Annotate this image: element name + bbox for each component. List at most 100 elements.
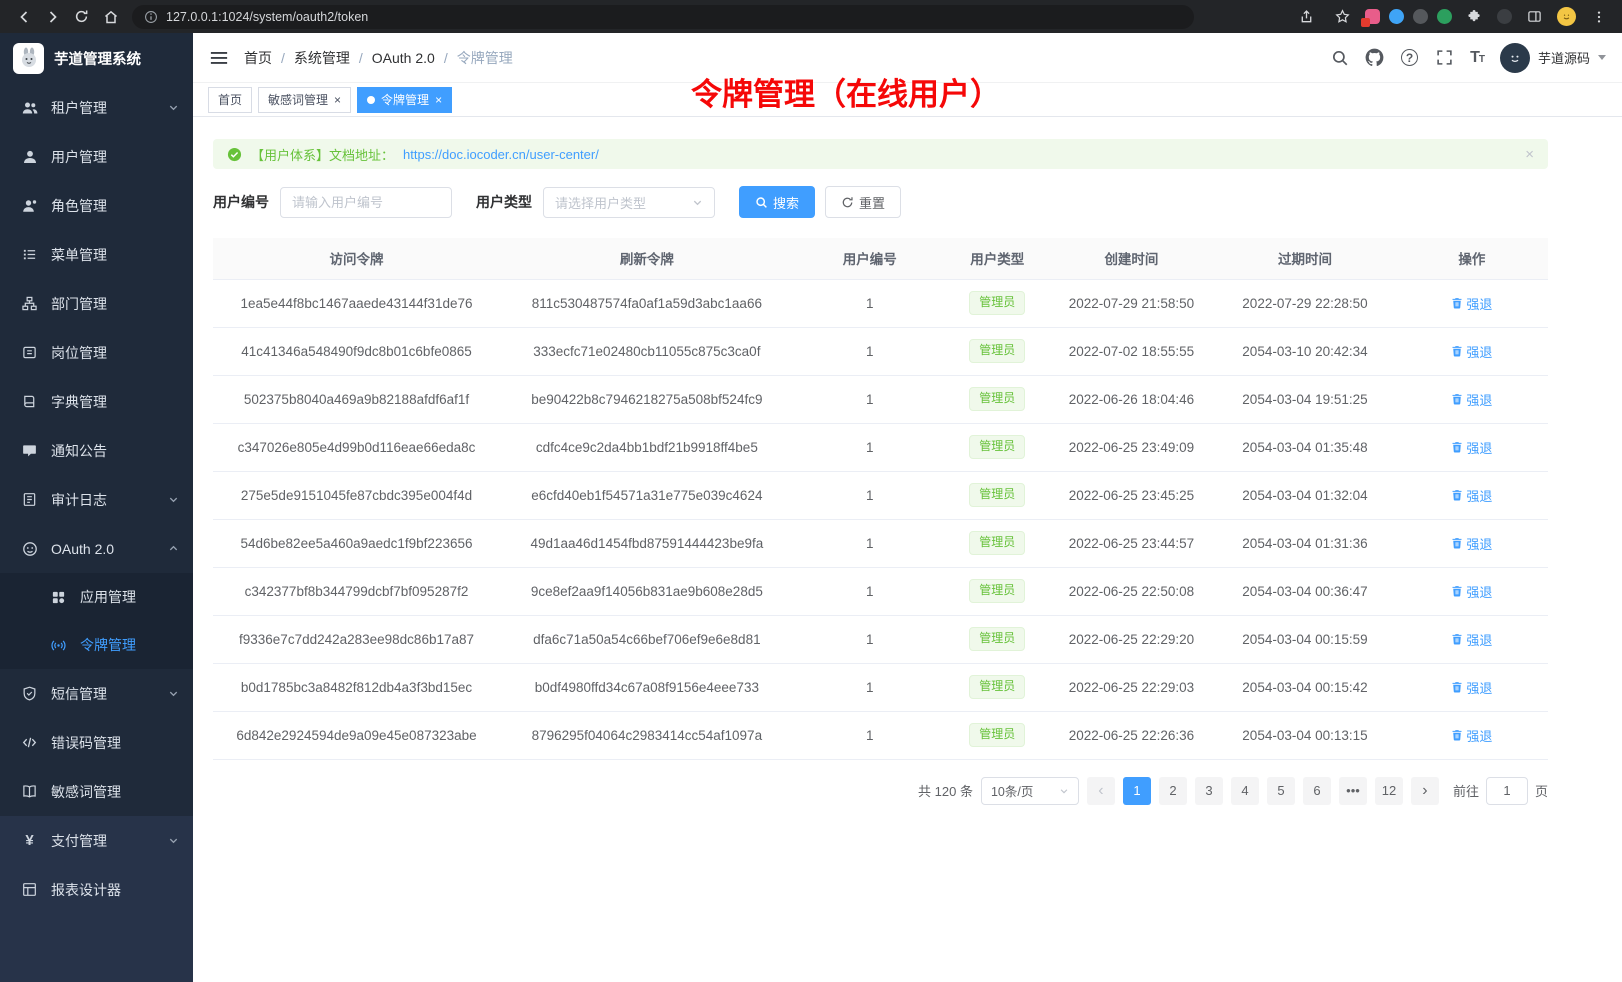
- sidebar-item-post[interactable]: 岗位管理: [0, 328, 193, 377]
- user-type-tag: 管理员: [969, 291, 1025, 315]
- sidebar-item-report-designer[interactable]: 报表设计器: [0, 865, 193, 914]
- force-logout-button[interactable]: 强退: [1451, 294, 1492, 313]
- sidebar-item-sensitive-word[interactable]: 敏感词管理: [0, 767, 193, 816]
- tab-sensitive-word[interactable]: 敏感词管理×: [258, 87, 351, 113]
- user-type-select[interactable]: 请选择用户类型: [543, 187, 715, 218]
- force-logout-button[interactable]: 强退: [1451, 390, 1492, 409]
- sidebar-item-label: 岗位管理: [51, 343, 107, 363]
- side-panel-button[interactable]: [1521, 3, 1548, 30]
- sidebar-item-oauth2[interactable]: OAuth 2.0: [0, 524, 193, 573]
- browser-back-button[interactable]: [10, 3, 37, 30]
- breadcrumb-oauth2[interactable]: OAuth 2.0: [372, 50, 435, 66]
- chevron-up-icon: [168, 543, 179, 554]
- expires-cell: 2054-03-04 00:13:15: [1214, 711, 1396, 759]
- browser-menu-button[interactable]: [1585, 3, 1612, 30]
- more-pages-button[interactable]: •••: [1339, 777, 1367, 805]
- tab-token[interactable]: 令牌管理×: [357, 87, 452, 113]
- active-dot: [367, 96, 375, 104]
- close-icon[interactable]: ×: [334, 94, 341, 106]
- extensions-button[interactable]: [1461, 3, 1488, 30]
- breadcrumb-system[interactable]: 系统管理: [294, 48, 350, 68]
- page-button[interactable]: 3: [1195, 777, 1223, 805]
- force-logout-button[interactable]: 强退: [1451, 342, 1492, 361]
- browser-profile-avatar[interactable]: [1557, 7, 1576, 26]
- sidebar-item-error-code[interactable]: 错误码管理: [0, 718, 193, 767]
- page-button[interactable]: 6: [1303, 777, 1331, 805]
- goto-page-input[interactable]: [1486, 777, 1528, 805]
- app-logo[interactable]: 芋道管理系统: [0, 33, 193, 83]
- col-actions: 操作: [1396, 238, 1548, 279]
- share-button[interactable]: [1293, 3, 1320, 30]
- page-button[interactable]: 12: [1375, 777, 1403, 805]
- force-logout-label: 强退: [1466, 534, 1492, 553]
- sidebar-item-user[interactable]: 用户管理: [0, 132, 193, 181]
- help-button[interactable]: ?: [1400, 48, 1419, 67]
- page-button[interactable]: 2: [1159, 777, 1187, 805]
- header-search-button[interactable]: [1330, 48, 1349, 67]
- alert-close-icon[interactable]: ×: [1525, 146, 1534, 163]
- page-button[interactable]: 4: [1231, 777, 1259, 805]
- font-size-button[interactable]: TT: [1470, 49, 1484, 67]
- github-button[interactable]: [1365, 48, 1384, 67]
- created-cell: 2022-06-25 22:29:20: [1049, 615, 1215, 663]
- delete-icon: [1451, 729, 1463, 741]
- force-logout-button[interactable]: 强退: [1451, 726, 1492, 745]
- page-button[interactable]: 5: [1267, 777, 1295, 805]
- force-logout-button[interactable]: 强退: [1451, 630, 1492, 649]
- sidebar-item-oauth2-app[interactable]: 应用管理: [0, 573, 193, 621]
- browser-home-button[interactable]: [97, 3, 124, 30]
- force-logout-button[interactable]: 强退: [1451, 678, 1492, 697]
- sidebar-item-tenant[interactable]: 租户管理: [0, 83, 193, 132]
- pagination-total: 共 120 条: [918, 781, 973, 800]
- sidebar-item-role[interactable]: 角色管理: [0, 181, 193, 230]
- table-row: c342377bf8b344799dcbf7bf095287f2 9ce8ef2…: [213, 567, 1548, 615]
- sidebar-item-label: 敏感词管理: [51, 782, 121, 802]
- extension-dark-icon[interactable]: [1413, 9, 1428, 24]
- extension-pink-icon[interactable]: [1365, 9, 1380, 24]
- extension-blue-icon[interactable]: [1389, 9, 1404, 24]
- tab-home[interactable]: 首页: [208, 87, 252, 113]
- user-menu[interactable]: 芋道源码: [1500, 43, 1606, 73]
- fullscreen-button[interactable]: [1435, 48, 1454, 67]
- prev-page-button[interactable]: ‹: [1087, 777, 1115, 805]
- sidebar-item-sms[interactable]: 短信管理: [0, 669, 193, 718]
- doc-link[interactable]: https://doc.iocoder.cn/user-center/: [403, 147, 599, 162]
- force-logout-button[interactable]: 强退: [1451, 438, 1492, 457]
- extension-moon-icon[interactable]: [1497, 9, 1512, 24]
- sidebar-item-dept[interactable]: 部门管理: [0, 279, 193, 328]
- sidebar-item-dict[interactable]: 字典管理: [0, 377, 193, 426]
- action-cell: 强退: [1396, 519, 1548, 567]
- browser-reload-button[interactable]: [68, 3, 95, 30]
- action-cell: 强退: [1396, 327, 1548, 375]
- sidebar-item-notice[interactable]: 通知公告: [0, 426, 193, 475]
- reset-button[interactable]: 重置: [825, 186, 901, 218]
- sidebar-item-oauth2-token[interactable]: 令牌管理: [0, 621, 193, 669]
- col-expires: 过期时间: [1214, 238, 1396, 279]
- sidebar-item-menu[interactable]: 菜单管理: [0, 230, 193, 279]
- breadcrumb-home[interactable]: 首页: [244, 48, 272, 68]
- force-logout-button[interactable]: 强退: [1451, 486, 1492, 505]
- page-button[interactable]: 1: [1123, 777, 1151, 805]
- extension-green-icon[interactable]: [1437, 9, 1452, 24]
- sidebar: 芋道管理系统 租户管理 用户管理 角色管理 菜单管理 部门管理: [0, 33, 193, 982]
- sidebar-menu: 租户管理 用户管理 角色管理 菜单管理 部门管理 岗位管理: [0, 83, 193, 816]
- search-button[interactable]: 搜索: [739, 186, 815, 218]
- back-icon: [16, 9, 32, 25]
- close-icon[interactable]: ×: [435, 94, 442, 106]
- user-type-tag: 管理员: [969, 339, 1025, 363]
- browser-forward-button[interactable]: [39, 3, 66, 30]
- sidebar-item-label: 字典管理: [51, 392, 107, 412]
- force-logout-button[interactable]: 强退: [1451, 534, 1492, 553]
- next-page-button[interactable]: ›: [1411, 777, 1439, 805]
- address-bar[interactable]: 127.0.0.1:1024/system/oauth2/token: [132, 5, 1194, 29]
- user-name: 芋道源码: [1538, 48, 1590, 67]
- user-id-input[interactable]: [280, 187, 452, 218]
- sidebar-item-audit-log[interactable]: 审计日志: [0, 475, 193, 524]
- page-size-select[interactable]: 10条/页: [981, 777, 1079, 805]
- collapse-sidebar-button[interactable]: [209, 48, 229, 68]
- access-token-cell: 1ea5e44f8bc1467aaede43144f31de76: [213, 279, 500, 327]
- bookmark-star-button[interactable]: [1329, 3, 1356, 30]
- sidebar-item-pay[interactable]: ¥ 支付管理: [0, 816, 193, 865]
- access-token-cell: 502375b8040a469a9b82188afdf6af1f: [213, 375, 500, 423]
- force-logout-button[interactable]: 强退: [1451, 582, 1492, 601]
